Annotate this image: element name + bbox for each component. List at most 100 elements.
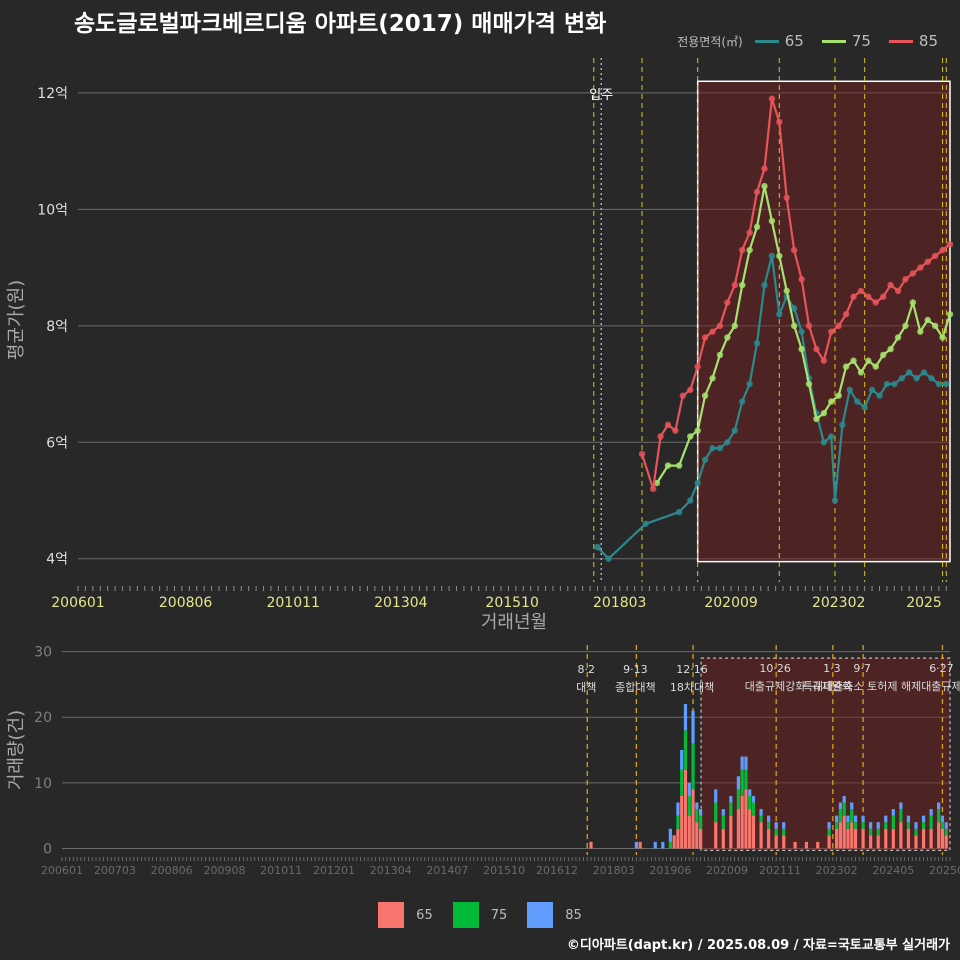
series-point-75	[675, 462, 683, 469]
series-point-65	[861, 404, 868, 411]
volume-bar-85	[680, 750, 684, 770]
series-point-75	[872, 363, 879, 370]
series-point-65	[828, 433, 835, 440]
volume-bar-85	[869, 822, 873, 829]
bar-legend-swatch-75	[452, 902, 479, 928]
series-point-85	[776, 118, 783, 126]
series-point-65	[675, 508, 683, 516]
volume-bar-85	[774, 822, 778, 829]
event-label: 18차대책	[670, 681, 714, 694]
bar-legend-label-85: 85	[565, 907, 582, 923]
volume-bar-85	[736, 776, 740, 790]
x-tick-label: 200806	[151, 864, 193, 877]
series-point-75	[798, 345, 805, 353]
series-point-65	[846, 386, 854, 394]
volume-bar-75	[668, 841, 672, 849]
volume-bar-75	[744, 769, 748, 790]
series-point-85	[887, 281, 894, 289]
series-point-65	[839, 421, 846, 428]
volume-bar-75	[944, 828, 948, 836]
series-point-85	[857, 287, 865, 295]
series-point-75	[746, 246, 753, 254]
volume-bar-65	[899, 822, 903, 849]
volume-bar-75	[782, 828, 786, 836]
volume-bar-65	[929, 828, 933, 849]
volume-bar-85	[861, 815, 865, 823]
series-point-65	[898, 375, 905, 382]
series-point-65	[694, 479, 701, 487]
series-point-85	[679, 392, 687, 399]
series-point-65	[935, 380, 943, 388]
volume-bar-65	[827, 835, 831, 849]
series-point-85	[813, 345, 820, 353]
volume-bar-65	[884, 828, 888, 849]
volume-bar-85	[751, 795, 756, 803]
volume-bar-85	[683, 704, 688, 731]
series-point-65	[876, 392, 883, 399]
series-point-65	[831, 497, 839, 504]
series-point-65	[920, 369, 928, 376]
volume-bar-65	[944, 835, 948, 849]
volume-bar-75	[748, 795, 752, 810]
volume-bar-75	[751, 802, 756, 816]
volume-bar-85	[668, 828, 672, 842]
series-point-65	[820, 439, 828, 446]
volume-bar-75	[899, 809, 903, 823]
series-point-85	[842, 310, 850, 318]
volume-bar-65	[940, 828, 945, 849]
bar-legend-label-75: 75	[490, 907, 508, 923]
volume-bar-85	[687, 782, 691, 796]
event-date: 12·16	[676, 663, 708, 676]
x-tick-label: 201906	[649, 864, 691, 877]
series-point-75	[850, 357, 857, 364]
volume-bar-75	[838, 809, 843, 823]
series-point-65	[868, 386, 876, 394]
bar-legend-swatch-85	[527, 902, 554, 928]
series-point-85	[820, 357, 828, 364]
volume-bar-85	[748, 789, 752, 796]
x-tick-label: 200806	[159, 595, 213, 611]
series-point-85	[672, 427, 679, 434]
series-point-75	[783, 287, 790, 295]
series-point-65	[724, 439, 731, 446]
series-point-85	[790, 246, 798, 254]
series-point-65	[768, 252, 776, 260]
volume-bar-85	[661, 841, 665, 849]
volume-bar-75	[774, 828, 778, 836]
volume-bar-85	[835, 815, 839, 823]
y-tick-label: 4억	[46, 552, 68, 568]
volume-bar-65	[736, 809, 740, 849]
series-point-85	[701, 334, 709, 341]
bar-legend-label-65: 65	[416, 907, 433, 923]
x-tick-label: 202111	[759, 864, 801, 877]
x-tick-label: 201304	[370, 864, 412, 877]
event-label: 특례대출축소 토허제 해제	[803, 679, 921, 693]
series-point-75	[753, 223, 761, 231]
volume-bar-65	[687, 815, 691, 849]
series-point-75	[887, 345, 894, 353]
y-axis-title: 거래량(건)	[6, 710, 27, 790]
volume-bar-75	[736, 789, 740, 810]
volume-bar-75	[680, 769, 684, 796]
volume-bar-75	[869, 828, 873, 836]
x-tick-label: 202009	[704, 595, 757, 611]
volume-panel: 0 10 20 30 8·2 대책 9·13 종합대책 12·16 18차대책 10·26 대출규제강…	[6, 645, 960, 877]
x-tick-label: 202009	[706, 864, 748, 877]
series-point-65	[605, 555, 612, 562]
volume-bar-75	[940, 822, 945, 829]
x-tick-label: 201612	[536, 864, 578, 877]
series-point-75	[828, 398, 835, 405]
volume-bar-65	[921, 828, 926, 849]
series-point-65	[854, 398, 861, 405]
volume-bar-75	[891, 815, 895, 829]
x-tick-label: 202302	[812, 595, 865, 611]
volume-bar-85	[729, 795, 733, 803]
series-point-65	[928, 375, 935, 382]
series-point-75	[909, 299, 917, 306]
volume-bar-65	[744, 789, 748, 849]
volume-bar-85	[634, 841, 638, 849]
volume-bar-85	[940, 815, 945, 823]
volume-bar-85	[767, 815, 771, 823]
bar-legend-swatch-65	[378, 902, 405, 928]
volume-bar-65	[838, 822, 843, 849]
